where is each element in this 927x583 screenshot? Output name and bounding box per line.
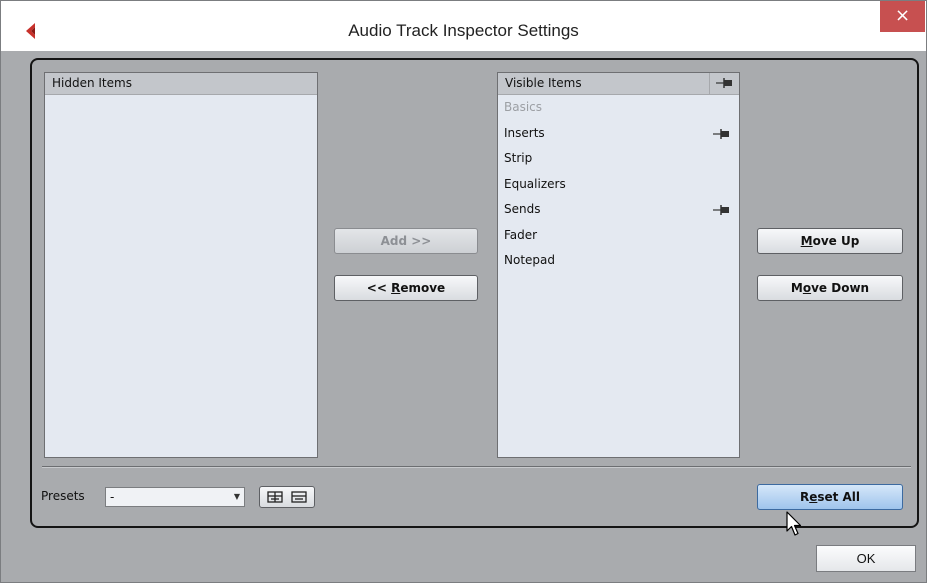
- move-down-button[interactable]: Move Down: [757, 275, 903, 301]
- list-item-label: Strip: [504, 151, 533, 165]
- reset-rest: set All: [817, 490, 861, 504]
- reset-pre: R: [799, 490, 810, 504]
- list-item-label: Basics: [504, 100, 543, 114]
- dialog-window: Audio Track Inspector Settings × Hidden …: [0, 0, 927, 583]
- move-down-rest: ve Down: [811, 281, 870, 295]
- remove-preset-icon[interactable]: [291, 490, 307, 504]
- close-button[interactable]: ×: [880, 1, 925, 32]
- settings-panel: Hidden Items Add >> << Remove Visible It…: [30, 58, 919, 528]
- list-item[interactable]: Equalizers: [498, 172, 739, 198]
- visible-items-header-label: Visible Items: [505, 76, 582, 90]
- list-item-label: Fader: [504, 227, 538, 242]
- remove-rest: emove: [400, 281, 446, 295]
- move-up-button[interactable]: Move Up: [757, 228, 903, 254]
- presets-label: Presets: [41, 489, 85, 503]
- chevron-down-icon: ▼: [233, 492, 240, 501]
- list-item[interactable]: Strip: [498, 146, 739, 172]
- hidden-items-list[interactable]: Hidden Items: [44, 72, 318, 458]
- add-button[interactable]: Add >>: [334, 228, 478, 254]
- move-up-accel: M: [800, 234, 813, 248]
- pin-icon[interactable]: [713, 205, 731, 215]
- list-item-label: Equalizers: [504, 176, 566, 191]
- pin-icon: [716, 78, 732, 88]
- list-item[interactable]: Sends: [498, 197, 739, 223]
- move-up-rest: ove Up: [812, 234, 860, 248]
- remove-prefix: <<: [366, 281, 392, 295]
- list-item-label: Sends: [504, 202, 541, 216]
- list-item-label: Inserts: [504, 125, 545, 140]
- remove-accel: R: [391, 281, 401, 295]
- presets-selected-value: -: [110, 490, 115, 504]
- mouse-cursor-icon: [786, 511, 802, 536]
- move-down-pre: M: [790, 281, 803, 295]
- list-item[interactable]: Fader: [498, 223, 739, 249]
- visible-items-container: Basics Inserts Strip Equalizers Sends Fader No…: [498, 95, 739, 274]
- list-item[interactable]: Inserts: [498, 121, 739, 147]
- remove-button[interactable]: << Remove: [334, 275, 478, 301]
- separator: [42, 466, 911, 468]
- presets-dropdown[interactable]: - ▼: [105, 487, 245, 507]
- pin-icon[interactable]: [713, 128, 731, 139]
- list-item[interactable]: Notepad: [498, 248, 739, 274]
- list-item[interactable]: Basics: [498, 95, 739, 121]
- list-item-label: Notepad: [504, 253, 555, 267]
- window-title: Audio Track Inspector Settings: [348, 21, 579, 40]
- pin-column-header[interactable]: [709, 73, 739, 94]
- move-down-accel: o: [802, 281, 812, 295]
- ok-button[interactable]: OK: [816, 545, 916, 572]
- title-bar[interactable]: Audio Track Inspector Settings ×: [1, 1, 926, 51]
- save-preset-icon[interactable]: [267, 490, 283, 504]
- reset-all-button[interactable]: Reset All: [757, 484, 903, 510]
- visible-items-header: Visible Items: [498, 73, 739, 95]
- visible-items-list[interactable]: Visible Items Basics Inserts Strip Equalize…: [497, 72, 740, 458]
- hidden-items-header: Hidden Items: [45, 73, 317, 95]
- preset-actions-group: [259, 486, 315, 508]
